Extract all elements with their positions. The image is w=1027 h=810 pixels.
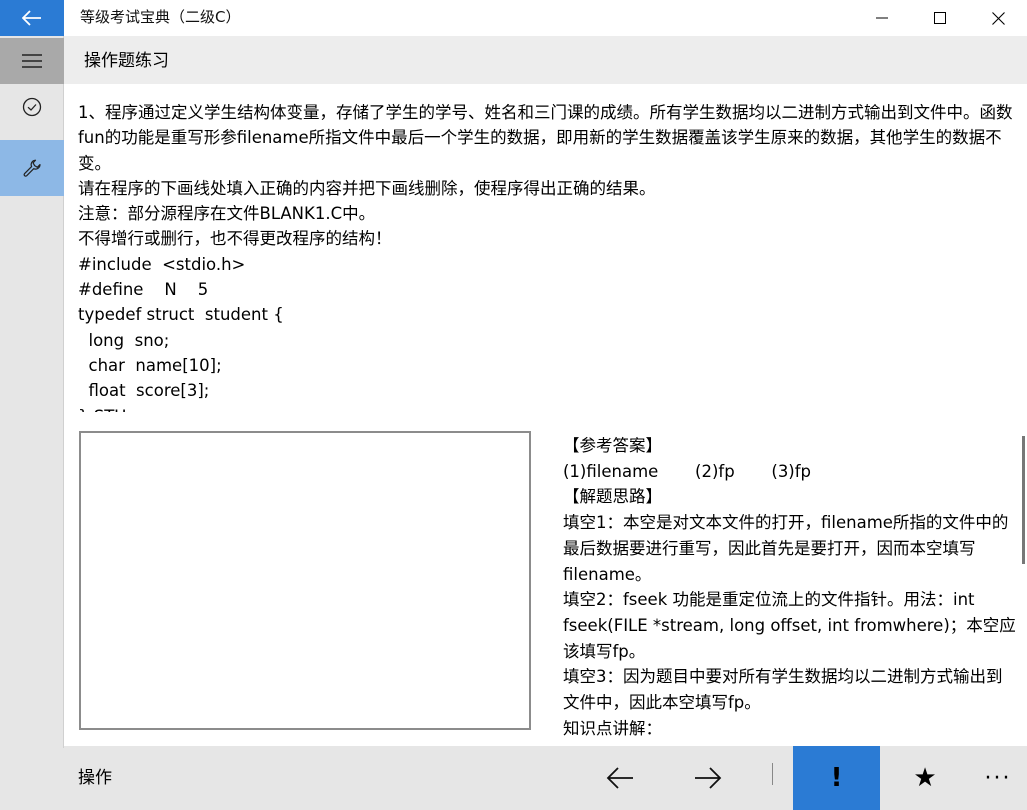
title-bar: 等级考试宝典（二级C） xyxy=(0,0,1027,36)
favorite-star-button[interactable]: ★ xyxy=(895,746,955,810)
close-icon xyxy=(991,11,1005,25)
question-text[interactable]: 1、程序通过定义学生结构体变量，存储了学生的学号、姓名和三门课的成绩。所有学生数… xyxy=(78,100,1018,412)
page-title: 操作题练习 xyxy=(84,51,169,71)
question-image-frame xyxy=(79,431,531,730)
minimize-button[interactable] xyxy=(853,0,911,36)
more-options-button[interactable]: ··· xyxy=(969,746,1027,810)
check-circle-icon xyxy=(22,97,42,117)
next-button[interactable] xyxy=(679,746,737,810)
answer-scrollbar[interactable] xyxy=(1022,436,1025,564)
answer-hint-button[interactable]: ! xyxy=(793,746,880,810)
hamburger-menu-button[interactable] xyxy=(0,38,64,84)
bottom-app-bar: 操作 ! ★ ··· xyxy=(64,746,1027,810)
page-header: 操作题练习 xyxy=(64,36,1027,84)
wrench-icon xyxy=(23,159,41,177)
hamburger-menu-icon xyxy=(22,54,42,68)
window-title: 等级考试宝典（二级C） xyxy=(80,8,241,26)
maximize-icon xyxy=(934,12,946,24)
previous-button[interactable] xyxy=(591,746,649,810)
back-button[interactable] xyxy=(0,0,64,36)
arrow-left-icon xyxy=(606,767,633,789)
back-arrow-icon xyxy=(22,10,41,26)
appbar-label: 操作 xyxy=(78,768,112,788)
rail-item-tool[interactable] xyxy=(0,140,64,196)
arrow-right-icon xyxy=(695,767,722,789)
rail-item-check[interactable] xyxy=(0,84,64,130)
appbar-separator xyxy=(772,763,773,785)
maximize-button[interactable] xyxy=(911,0,969,36)
rail-footer xyxy=(0,748,64,810)
close-button[interactable] xyxy=(969,0,1027,36)
minimize-icon xyxy=(876,17,888,19)
answer-text[interactable]: 【参考答案】 (1)filename (2)fp (3)fp 【解题思路】 填空… xyxy=(563,433,1018,741)
navigation-rail xyxy=(0,36,64,810)
